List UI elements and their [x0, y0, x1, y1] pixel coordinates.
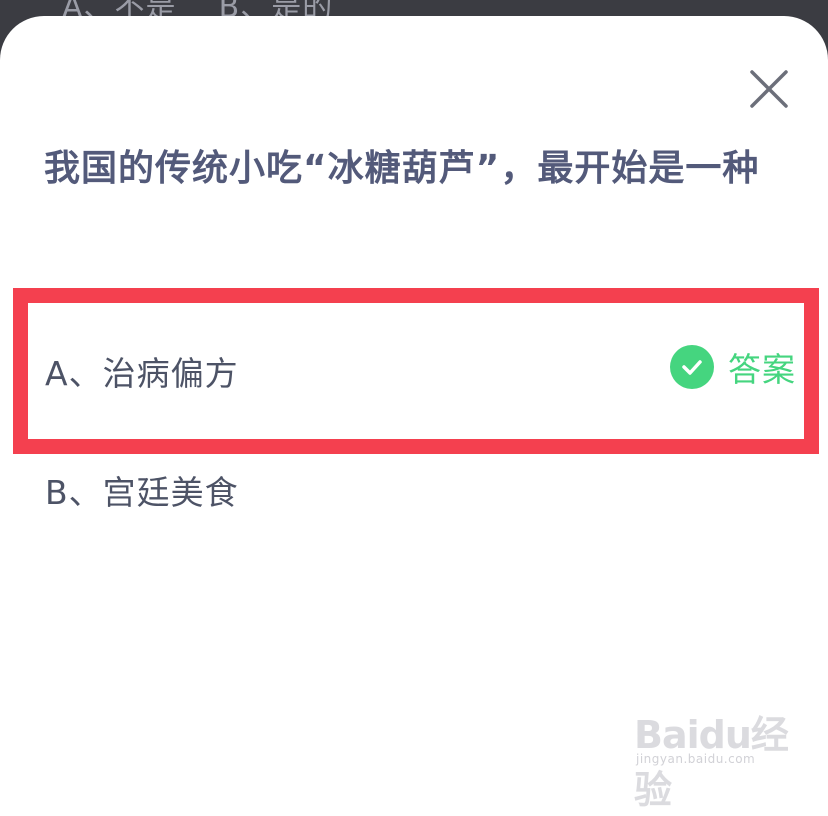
baidu-watermark: Baidu经验 jingyan.baidu.com [634, 700, 794, 812]
answer-label: 答案 [728, 350, 796, 389]
option-a-label: A、治病偏方 [45, 354, 239, 393]
quiz-sheet: 我国的传统小吃“冰糖葫芦”，最开始是一种 A、治病偏方 答案 B、宫廷美食 [0, 16, 828, 816]
option-b[interactable]: B、宫廷美食 [28, 464, 804, 512]
question-text: 我国的传统小吃“冰糖葫芦”，最开始是一种 [44, 148, 760, 189]
watermark-url: jingyan.baidu.com [636, 752, 756, 766]
option-b-label: B、宫廷美食 [45, 473, 239, 512]
answer-tag: 答案 [670, 343, 796, 391]
close-icon [750, 70, 788, 108]
close-button[interactable] [748, 68, 790, 110]
option-a[interactable]: A、治病偏方 答案 [13, 288, 819, 454]
check-icon [670, 345, 714, 389]
